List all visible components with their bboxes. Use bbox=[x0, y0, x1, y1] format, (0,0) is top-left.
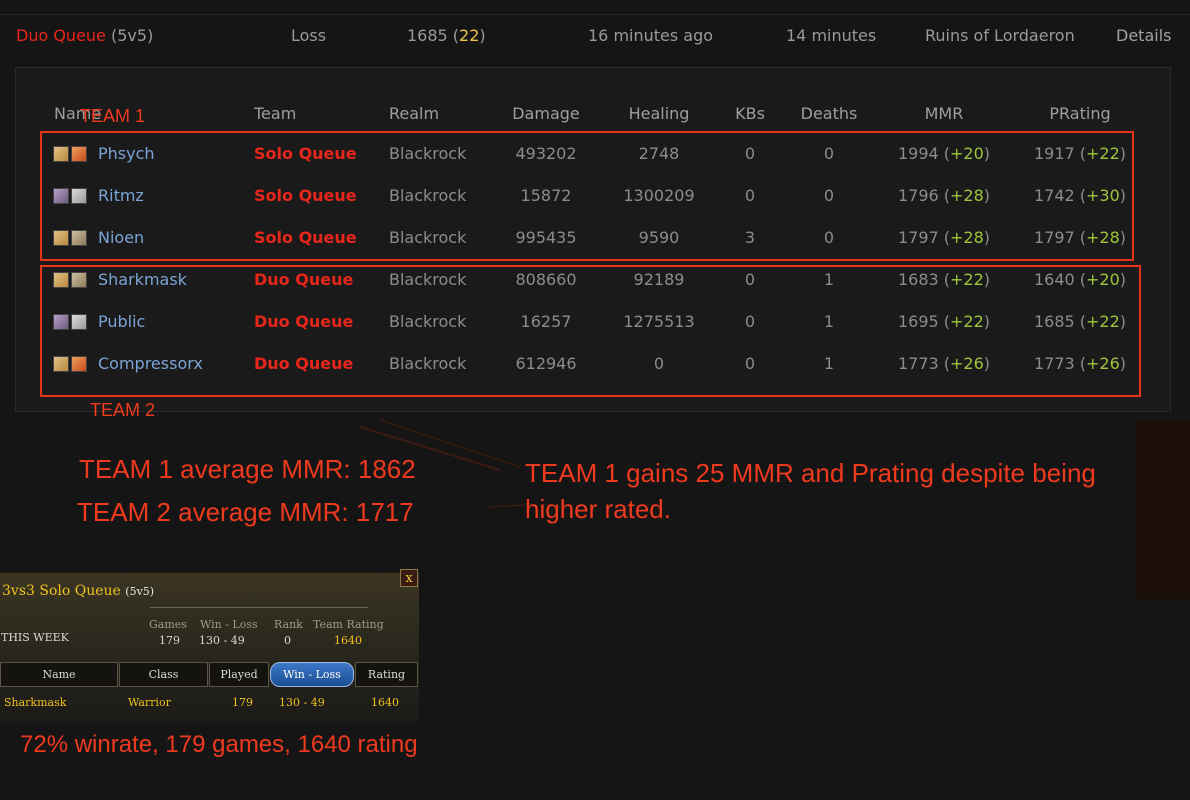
header-prating[interactable]: PRating bbox=[1030, 104, 1130, 123]
header-mmr[interactable]: MMR bbox=[894, 104, 994, 123]
header-realm[interactable]: Realm bbox=[389, 104, 439, 123]
wow-row-played: 179 bbox=[232, 696, 253, 709]
note-line-2: higher rated. bbox=[525, 494, 671, 524]
match-rating: 1685 (22) bbox=[407, 26, 486, 45]
team1-highlight-box bbox=[40, 131, 1134, 261]
header-team[interactable]: Team bbox=[254, 104, 296, 123]
match-mode: Duo Queue (5v5) bbox=[16, 26, 154, 45]
wow-col-class[interactable]: Class bbox=[119, 662, 208, 687]
note-line-1: TEAM 1 gains 25 MMR and Prating despite … bbox=[525, 458, 1096, 488]
header-kbs[interactable]: KBs bbox=[720, 104, 780, 123]
wow-team-panel: 3vs3 Solo Queue (5v5) x THIS WEEK Games … bbox=[0, 569, 419, 723]
wow-title: 3vs3 Solo Queue (5v5) bbox=[2, 583, 155, 599]
wow-stat-label-games: Games bbox=[149, 618, 187, 631]
team2-highlight-box bbox=[40, 265, 1141, 397]
dark-overlay-block bbox=[1136, 421, 1190, 599]
header-deaths[interactable]: Deaths bbox=[794, 104, 864, 123]
match-time-ago: 16 minutes ago bbox=[588, 26, 714, 45]
wow-row-name: Sharkmask bbox=[4, 696, 67, 709]
match-result: Loss bbox=[291, 26, 327, 45]
wow-stat-rank: 0 bbox=[284, 634, 291, 647]
close-icon[interactable]: x bbox=[400, 569, 418, 587]
header-healing[interactable]: Healing bbox=[609, 104, 709, 123]
wow-stat-games: 179 bbox=[159, 634, 180, 647]
wow-stat-label-winloss: Win - Loss bbox=[200, 618, 258, 631]
wow-this-week: THIS WEEK bbox=[1, 631, 69, 644]
wow-col-rating[interactable]: Rating bbox=[355, 662, 418, 687]
wow-col-winloss[interactable]: Win - Loss bbox=[270, 662, 354, 687]
wow-stat-winloss: 130 - 49 bbox=[199, 634, 245, 647]
wow-stat-label-team-rating: Team Rating bbox=[313, 618, 384, 631]
header-damage[interactable]: Damage bbox=[496, 104, 596, 123]
wow-row-winloss: 130 - 49 bbox=[279, 696, 325, 709]
annotation-strokes bbox=[359, 419, 526, 508]
match-duration: 14 minutes bbox=[786, 26, 877, 45]
winrate-note: 72% winrate, 179 games, 1640 rating bbox=[20, 731, 418, 758]
wow-col-name[interactable]: Name bbox=[0, 662, 118, 687]
team2-label: TEAM 2 bbox=[90, 400, 156, 420]
wow-col-played[interactable]: Played bbox=[209, 662, 269, 687]
wow-divider bbox=[150, 607, 368, 608]
wow-row-rating: 1640 bbox=[371, 696, 399, 709]
match-map: Ruins of Lordaeron bbox=[925, 26, 1075, 45]
top-bar bbox=[0, 0, 1190, 15]
match-summary-row[interactable]: Duo Queue (5v5) Loss 1685 (22) 16 minute… bbox=[0, 14, 1190, 58]
team1-label: TEAM 1 bbox=[80, 106, 146, 126]
wow-row-class: Warrior bbox=[128, 696, 171, 709]
wow-stat-label-rank: Rank bbox=[274, 618, 303, 631]
details-link[interactable]: Details bbox=[1116, 26, 1171, 45]
wow-stat-team-rating: 1640 bbox=[334, 634, 362, 647]
